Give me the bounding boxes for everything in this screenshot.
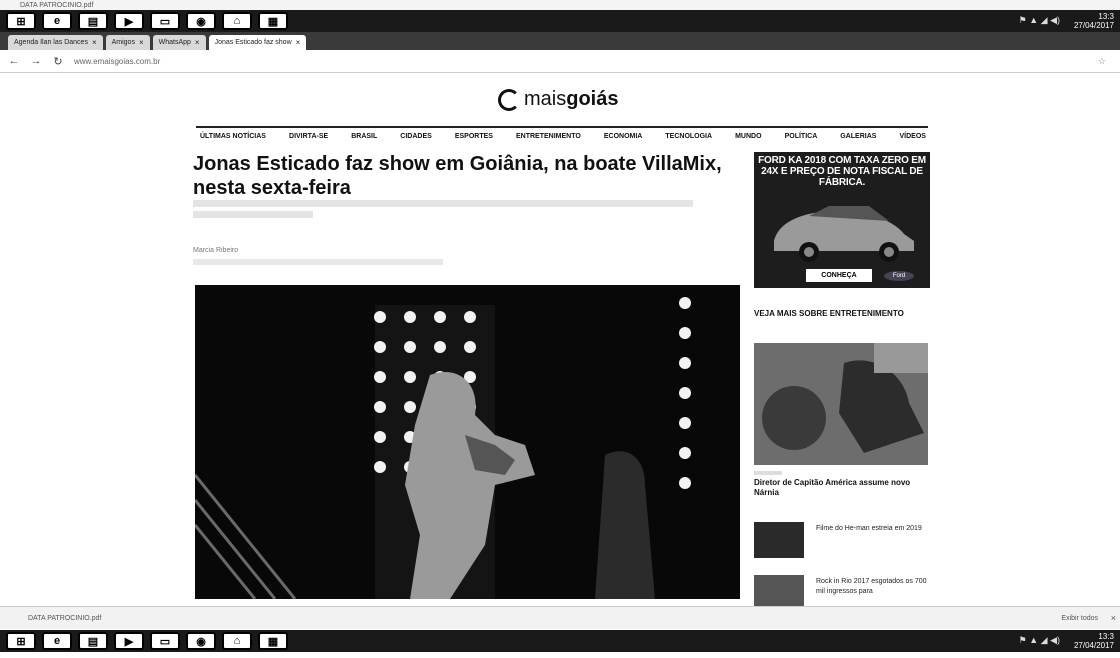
- chrome-icon[interactable]: ◉: [186, 632, 216, 650]
- article-hero-image: [195, 285, 740, 599]
- clock[interactable]: 13:3 27/04/2017: [1074, 632, 1114, 650]
- close-icon[interactable]: ×: [92, 35, 97, 50]
- download-bar: DATA PATROCINIO.pdf Exibir todos ×: [0, 606, 1120, 629]
- tab-label: Amigos: [111, 39, 135, 46]
- explorer-icon[interactable]: ▤: [78, 632, 108, 650]
- nav-item-tecnologia[interactable]: TECNOLOGIA: [665, 133, 712, 140]
- sidebar-ad[interactable]: FORD KA 2018 COM TAXA ZERO EM 24X E PREÇ…: [754, 152, 930, 288]
- ie-icon[interactable]: e: [42, 12, 72, 30]
- ad-brand-logo: Ford: [884, 271, 914, 281]
- logo-ring-icon: [498, 88, 520, 111]
- address-bar: ← → ↻ www.emaisgoias.com.br ☆: [0, 50, 1120, 73]
- list-item[interactable]: Filme do He-man estreia em 2019: [754, 522, 930, 558]
- nav-item-divirta-se[interactable]: DIVIRTA-SE: [289, 133, 328, 140]
- calculator-icon[interactable]: ▦: [258, 632, 288, 650]
- app-icon[interactable]: ⌂: [222, 12, 252, 30]
- top-strip-file[interactable]: DATA PATROCINIO.pdf: [20, 2, 93, 9]
- nav-item-esportes[interactable]: ESPORTES: [455, 133, 493, 140]
- windows-start-icon[interactable]: ⊞: [6, 632, 36, 650]
- close-icon[interactable]: ×: [195, 35, 200, 50]
- featured-photo: [754, 343, 928, 465]
- taskbar-top: ⊞ e ▤ ▶ ▭ ◉ ⌂ ▦ ⚑ ▲ ◢ ◀) 13:3 27/04/2017: [0, 10, 1120, 32]
- clock-date: 27/04/2017: [1073, 641, 1114, 650]
- app-icon[interactable]: ⌂: [222, 632, 252, 650]
- ad-cta-button[interactable]: CONHEÇA: [806, 269, 872, 282]
- browser-tab-active[interactable]: Jonas Esticado faz show ×: [208, 35, 307, 50]
- url-input[interactable]: www.emaisgoias.com.br: [74, 57, 160, 66]
- windows-start-icon[interactable]: ⊞: [6, 12, 36, 30]
- nav-item-economia[interactable]: ECONOMIA: [604, 133, 643, 140]
- system-tray[interactable]: ⚑ ▲ ◢ ◀): [1019, 15, 1060, 26]
- forward-icon[interactable]: →: [28, 55, 44, 67]
- site-logo[interactable]: mais goiás: [498, 88, 618, 111]
- article-headline: Jonas Esticado faz show em Goiânia, na b…: [193, 153, 722, 199]
- system-tray[interactable]: ⚑ ▲ ◢ ◀): [1019, 635, 1060, 646]
- concert-photo: [195, 285, 740, 599]
- reload-icon[interactable]: ↻: [50, 55, 66, 68]
- sidebar-section-title: VEJA MAIS SOBRE ENTRETENIMENTO: [754, 309, 904, 318]
- clock-time: 13:3: [1098, 12, 1114, 21]
- main-nav: ÚLTIMAS NOTÍCIAS DIVIRTA-SE BRASIL CIDAD…: [196, 126, 928, 140]
- nav-item-brasil[interactable]: BRASIL: [351, 133, 377, 140]
- calculator-icon[interactable]: ▦: [258, 12, 288, 30]
- nav-item-ultimas-noticias[interactable]: ÚLTIMAS NOTÍCIAS: [200, 133, 266, 140]
- browser-tab-bar: Agenda Ilan las Dances × Amigos × WhatsApp…: [0, 32, 1120, 50]
- ad-text: FORD KA 2018 COM TAXA ZERO EM 24X E PREÇ…: [758, 155, 926, 188]
- back-icon[interactable]: ←: [6, 55, 22, 67]
- clock-date: 27/04/2017: [1073, 21, 1114, 30]
- chrome-icon[interactable]: ◉: [186, 12, 216, 30]
- nav-item-videos[interactable]: VÍDEOS: [899, 133, 925, 140]
- logo-bold-text: goiás: [566, 88, 619, 110]
- featured-category: [754, 469, 782, 475]
- clock[interactable]: 13:3 27/04/2017: [1074, 12, 1114, 30]
- ie-icon[interactable]: e: [42, 632, 72, 650]
- article-byline: Marcia Ribeiro: [193, 246, 443, 265]
- bookmark-star-icon[interactable]: ☆: [1098, 56, 1106, 67]
- explorer-icon[interactable]: ▤: [78, 12, 108, 30]
- list-item-title[interactable]: Rock in Rio 2017 esgotados os 700 mil in…: [816, 577, 928, 597]
- show-all-link[interactable]: Exibir todos: [1061, 615, 1098, 622]
- car-image: [774, 206, 914, 262]
- nav-item-galerias[interactable]: GALERIAS: [840, 133, 876, 140]
- close-icon[interactable]: ×: [1111, 613, 1116, 623]
- tab-label: Jonas Esticado faz show: [214, 39, 292, 46]
- browser-tab[interactable]: Amigos ×: [105, 35, 150, 50]
- tab-label: Agenda Ilan las Dances: [14, 39, 88, 46]
- featured-title[interactable]: Diretor de Capitão América assume novo N…: [754, 478, 930, 498]
- article-author[interactable]: Marcia Ribeiro: [193, 246, 443, 256]
- featured-image[interactable]: [754, 343, 928, 465]
- clock-time: 13:3: [1098, 632, 1114, 641]
- browser-tab[interactable]: Agenda Ilan las Dances ×: [8, 35, 103, 50]
- list-item-thumbnail[interactable]: [754, 522, 804, 558]
- media-player-icon[interactable]: ▶: [114, 632, 144, 650]
- logo-light-text: mais: [524, 88, 567, 110]
- top-download-strip: DATA PATROCINIO.pdf: [0, 0, 1120, 10]
- nav-item-mundo[interactable]: MUNDO: [735, 133, 761, 140]
- folder-icon[interactable]: ▭: [150, 632, 180, 650]
- browser-tab[interactable]: WhatsApp ×: [152, 35, 206, 50]
- nav-item-entretenimento[interactable]: ENTRETENIMENTO: [516, 133, 581, 140]
- media-player-icon[interactable]: ▶: [114, 12, 144, 30]
- list-item-title[interactable]: Filme do He-man estreia em 2019: [816, 524, 928, 534]
- folder-icon[interactable]: ▭: [150, 12, 180, 30]
- nav-item-cidades[interactable]: CIDADES: [400, 133, 432, 140]
- nav-item-politica[interactable]: POLÍTICA: [785, 133, 818, 140]
- tab-label: WhatsApp: [158, 39, 191, 46]
- taskbar-bottom: ⊞ e ▤ ▶ ▭ ◉ ⌂ ▦ ⚑ ▲ ◢ ◀) 13:3 27/04/2017: [0, 630, 1120, 652]
- close-icon[interactable]: ×: [296, 35, 301, 50]
- article-lede: [193, 200, 713, 218]
- download-item[interactable]: DATA PATROCINIO.pdf: [28, 615, 101, 622]
- close-icon[interactable]: ×: [139, 35, 144, 50]
